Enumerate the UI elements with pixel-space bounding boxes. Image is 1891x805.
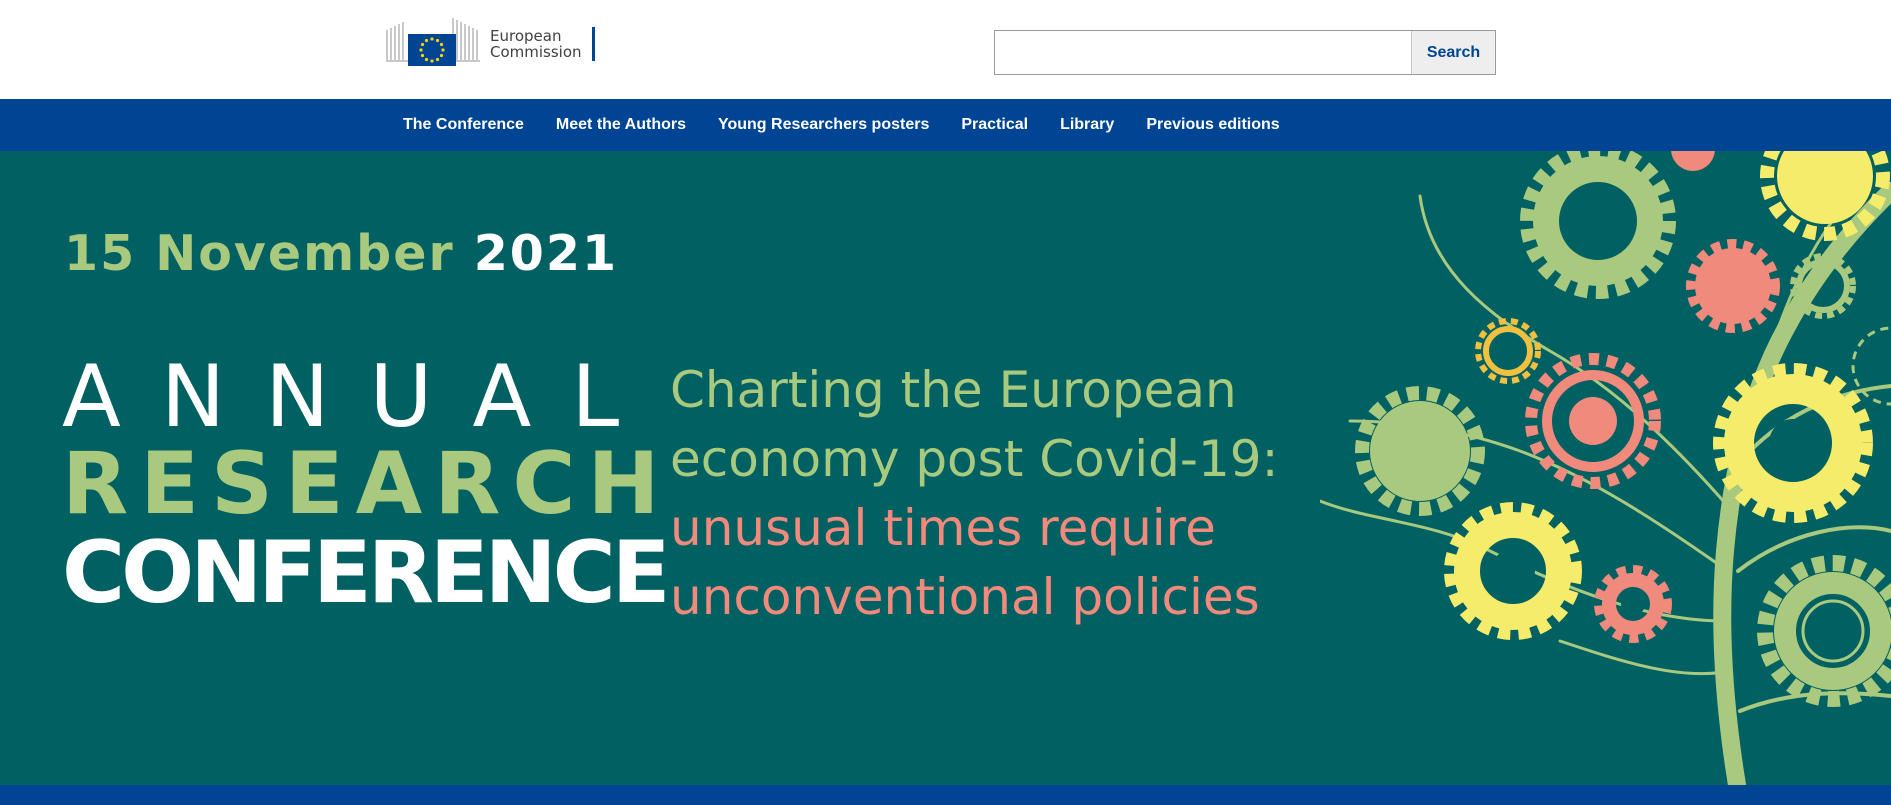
european-commission-logo[interactable]: European Commission — [386, 14, 606, 74]
gear-pink-lower — [1594, 565, 1672, 643]
date-day-month: 15 November — [64, 225, 455, 282]
logo-divider — [591, 27, 595, 61]
tagline-line-1: Charting the European — [670, 361, 1237, 419]
logo-line-european: European — [490, 27, 562, 45]
nav-item-meet-the-authors[interactable]: Meet the Authors — [540, 116, 702, 134]
conference-tagline: Charting the European economy post Covid… — [670, 356, 1278, 632]
search-button[interactable]: Search — [1411, 31, 1495, 74]
gear-pink-middle — [1686, 239, 1780, 333]
logo-line-commission: Commission — [490, 43, 582, 61]
nav-item-young-researchers-posters[interactable]: Young Researchers posters — [702, 116, 945, 134]
main-navigation: The Conference Meet the Authors Young Re… — [0, 99, 1891, 151]
title-research: RESEARCH — [62, 434, 672, 534]
title-conference: CONFERENCE — [62, 523, 670, 623]
date-year: 2021 — [473, 225, 619, 282]
gear-pink-ring — [1525, 353, 1661, 489]
gear-pink-small-top — [1671, 151, 1715, 171]
logo-text: European Commission — [490, 28, 582, 60]
tagline-line-3: unusual times require — [670, 499, 1216, 557]
hero-banner: 15 November 2021 ANNUAL RESEARCH CONFERE… — [0, 151, 1891, 785]
search-input[interactable] — [995, 31, 1411, 74]
nav-item-library[interactable]: Library — [1044, 116, 1130, 134]
gear-tree-illustration — [1320, 151, 1891, 785]
title-annual: ANNUAL — [62, 347, 660, 447]
conference-date: 15 November 2021 — [64, 225, 618, 282]
gear-green-left — [1355, 386, 1485, 516]
gear-green-top — [1520, 151, 1676, 299]
gear-yellow-lower — [1444, 502, 1582, 640]
ec-building-flag-icon — [386, 18, 480, 66]
gear-yellow-ring-small — [1475, 318, 1541, 384]
tagline-line-2: economy post Covid-19: — [670, 430, 1279, 488]
nav-item-practical[interactable]: Practical — [945, 116, 1044, 134]
gear-green-bottom — [1757, 555, 1891, 707]
nav-item-previous-editions[interactable]: Previous editions — [1130, 116, 1295, 134]
site-header: European Commission Search — [0, 0, 1891, 99]
tagline-line-4: unconventional policies — [670, 568, 1260, 626]
gear-yellow-right — [1713, 363, 1873, 523]
search-form: Search — [994, 30, 1496, 75]
nav-item-the-conference[interactable]: The Conference — [387, 116, 540, 134]
nav-list: The Conference Meet the Authors Young Re… — [387, 99, 1296, 151]
footer-strip — [0, 785, 1891, 805]
gear-yellow-top — [1760, 151, 1890, 241]
